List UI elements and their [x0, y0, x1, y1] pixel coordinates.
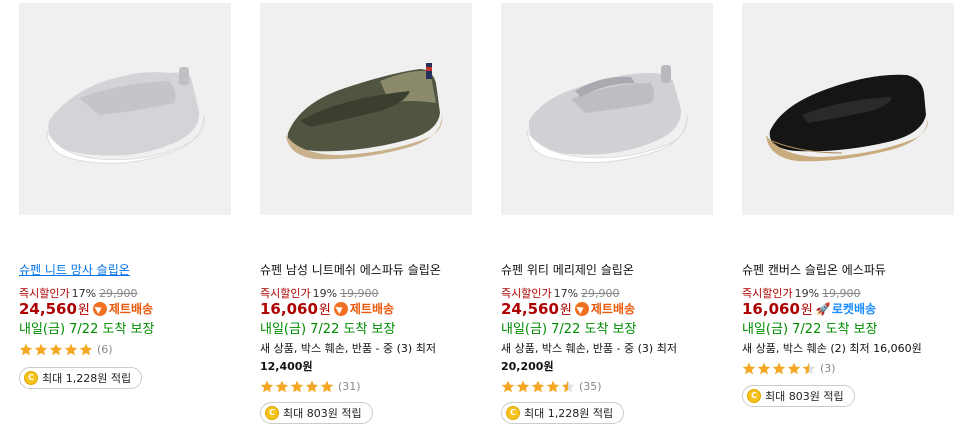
sale-price: 16,060: [260, 299, 318, 318]
star-icon: [290, 380, 304, 393]
star-icon: [275, 380, 289, 393]
star-icon: [64, 343, 78, 356]
used-offer-line[interactable]: 새 상품, 박스 훼손, 반품 - 중 (3) 최저: [501, 340, 677, 358]
rating-row: (35): [501, 380, 602, 393]
star-icon: [742, 362, 756, 375]
product-title[interactable]: 슈펜 남성 니트메쉬 에스파듀 슬립온: [260, 261, 441, 278]
product-title-link[interactable]: 슈펜 니트 망사 슬립온: [19, 261, 130, 278]
product-image[interactable]: [501, 3, 713, 215]
rocket-delivery-badge: 🚀 로켓배송: [815, 301, 877, 317]
rating-row: (6): [19, 343, 113, 356]
points-reward-badge: C 최대 803원 적립: [742, 385, 855, 407]
points-reward-badge: C 최대 1,228원 적립: [501, 402, 625, 424]
star-icon: [546, 380, 560, 393]
star-icon: [49, 343, 63, 356]
knit-mesh-slip-on-shoe-image: [19, 3, 231, 215]
currency-unit: 원: [77, 303, 90, 318]
arrival-guarantee: 내일(금) 7/22 도착 보장: [19, 322, 155, 337]
used-offer-price[interactable]: 20,200원: [501, 358, 554, 376]
espadrille-slip-on-shoe-image: [260, 3, 472, 215]
used-offer-line[interactable]: 새 상품, 박스 훼손, 반품 - 중 (3) 최저: [260, 340, 436, 358]
star-icon: [260, 380, 274, 393]
coin-icon: C: [265, 406, 279, 420]
star-rating: [260, 380, 335, 393]
star-icon: [19, 343, 33, 356]
star-rating: [19, 343, 94, 356]
product-title[interactable]: 슈펜 캔버스 슬립온 에스파듀: [742, 261, 886, 278]
arrival-guarantee: 내일(금) 7/22 도착 보장: [501, 322, 637, 337]
sale-price: 16,060: [742, 299, 800, 318]
star-icon: [34, 343, 48, 356]
currency-unit: 원: [559, 303, 572, 318]
star-icon: [320, 380, 334, 393]
price-row: 24,560 원 제트배송: [19, 299, 153, 319]
sale-price: 24,560: [501, 299, 559, 318]
review-count: (6): [97, 343, 113, 356]
star-icon: [561, 380, 575, 393]
rating-row: (3): [742, 362, 836, 375]
currency-unit: 원: [318, 303, 331, 318]
star-rating: [501, 380, 576, 393]
star-icon: [79, 343, 93, 356]
product-image[interactable]: [742, 3, 954, 215]
review-count: (35): [579, 380, 602, 393]
points-reward-badge: C 최대 1,228원 적립: [19, 367, 143, 389]
product-title[interactable]: 슈펜 위티 메리제인 슬립온: [501, 261, 634, 278]
product-image[interactable]: [260, 3, 472, 215]
currency-unit: 원: [800, 303, 813, 318]
used-offer-line[interactable]: 새 상품, 박스 훼손 (2) 최저 16,060원: [742, 340, 922, 358]
coin-icon: C: [24, 371, 38, 385]
review-count: (3): [820, 362, 836, 375]
star-icon: [772, 362, 786, 375]
rocket-delivery-icon: 🚀: [815, 301, 831, 316]
jet-delivery-badge: 제트배송: [574, 300, 635, 317]
jet-delivery-icon: [574, 301, 589, 316]
star-icon: [757, 362, 771, 375]
product-image[interactable]: [19, 3, 231, 215]
star-icon: [516, 380, 530, 393]
star-icon: [531, 380, 545, 393]
price-row: 16,060 원 🚀 로켓배송: [742, 299, 877, 319]
points-reward-badge: C 최대 803원 적립: [260, 402, 373, 424]
jet-delivery-icon: [92, 301, 107, 316]
coin-icon: C: [747, 389, 761, 403]
star-icon: [501, 380, 515, 393]
price-row: 24,560 원 제트배송: [501, 299, 635, 319]
star-icon: [802, 362, 816, 375]
star-rating: [742, 362, 817, 375]
used-offer-price[interactable]: 12,400원: [260, 358, 313, 376]
star-icon: [305, 380, 319, 393]
rating-row: (31): [260, 380, 361, 393]
review-count: (31): [338, 380, 361, 393]
star-icon: [787, 362, 801, 375]
sale-price: 24,560: [19, 299, 77, 318]
canvas-espadrille-shoe-image: [742, 3, 954, 215]
jet-delivery-icon: [333, 301, 348, 316]
price-row: 16,060 원 제트배송: [260, 299, 394, 319]
coin-icon: C: [506, 406, 520, 420]
arrival-guarantee: 내일(금) 7/22 도착 보장: [260, 322, 396, 337]
jet-delivery-badge: 제트배송: [92, 300, 153, 317]
jet-delivery-badge: 제트배송: [333, 300, 394, 317]
mary-jane-slip-on-shoe-image: [501, 3, 713, 215]
arrival-guarantee: 내일(금) 7/22 도착 보장: [742, 322, 878, 337]
